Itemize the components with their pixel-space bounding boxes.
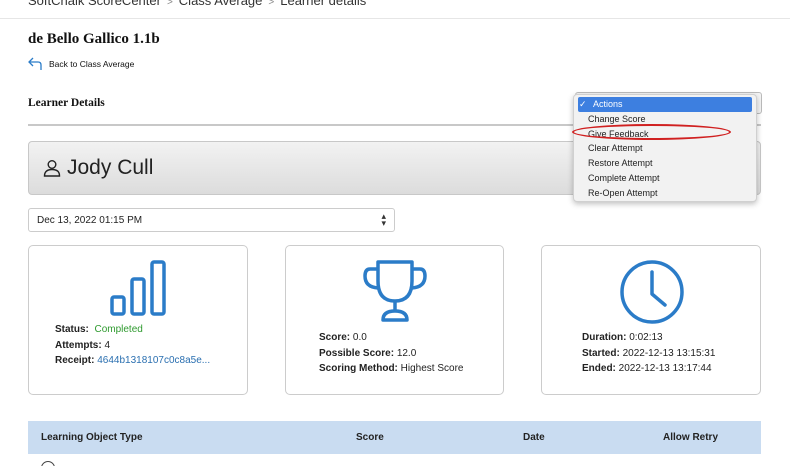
time-card: Duration: 0:02:13 Started: 2022-12-13 13… xyxy=(541,245,761,395)
column-header-date[interactable]: Date xyxy=(523,432,545,443)
score-card: Score: 0.0 Possible Score: 12.0 Scoring … xyxy=(285,245,504,395)
breadcrumb-separator: > xyxy=(166,0,173,8)
score-row: Score: 0.0 xyxy=(319,332,367,343)
breadcrumb: SoftChalk ScoreCenter > Class Average > Lear… xyxy=(28,0,366,8)
column-header-allow-retry[interactable]: Allow Retry xyxy=(663,432,718,443)
breadcrumb-item-class-average[interactable]: Class Average xyxy=(179,0,263,8)
breadcrumb-item-scorecenter[interactable]: SoftChalk ScoreCenter xyxy=(28,0,161,8)
bar-chart-icon xyxy=(110,260,166,316)
duration-value: 0:02:13 xyxy=(629,332,663,343)
course-title: de Bello Gallico 1.1b xyxy=(28,31,160,47)
status-row: Status: Completed xyxy=(55,324,143,335)
possible-score-row: Possible Score: 12.0 xyxy=(319,347,417,359)
possible-score-value: 12.0 xyxy=(396,347,417,359)
row-type-icon xyxy=(41,461,55,466)
actions-dropdown-menu: ✓ Actions Change Score Give Feedback Cle… xyxy=(573,94,757,202)
back-link-label: Back to Class Average xyxy=(49,59,135,69)
select-arrows-icon: ▴ ▾ xyxy=(381,211,386,228)
status-card: Status: Completed Attempts: 4 Receipt: 4… xyxy=(28,245,248,395)
breadcrumb-separator: > xyxy=(268,0,275,8)
attempt-date-select[interactable]: Dec 13, 2022 01:15 PM ▴ ▾ xyxy=(28,208,395,232)
checkmark-icon: ✓ xyxy=(579,99,587,109)
table-row xyxy=(28,454,761,466)
attempt-date-value: Dec 13, 2022 01:15 PM xyxy=(37,214,143,226)
ended-value: 2022-12-13 13:17:44 xyxy=(618,363,712,374)
back-to-class-average-link[interactable]: Back to Class Average xyxy=(28,57,134,71)
score-value: 0.0 xyxy=(352,332,367,343)
person-icon xyxy=(43,160,61,177)
action-option-actions[interactable]: ✓ Actions xyxy=(578,97,752,112)
receipt-link[interactable]: 4644b1318107c0c8a5e... xyxy=(97,355,210,366)
receipt-row: Receipt: 4644b1318107c0c8a5e... xyxy=(55,355,211,366)
scoring-method-row: Scoring Method: Highest Score xyxy=(319,363,464,374)
scoring-method-value: Highest Score xyxy=(400,363,464,374)
breadcrumb-item-learner-details: Learner details xyxy=(280,0,367,8)
duration-row: Duration: 0:02:13 xyxy=(582,332,663,343)
learner-name: Jody Cull xyxy=(67,156,154,179)
action-option-complete-attempt[interactable]: Complete Attempt xyxy=(574,171,756,186)
column-header-score[interactable]: Score xyxy=(356,432,384,443)
action-option-reopen-attempt[interactable]: Re-Open Attempt xyxy=(574,186,756,201)
back-arrow-icon xyxy=(28,57,42,70)
action-option-restore-attempt[interactable]: Restore Attempt xyxy=(574,156,756,171)
started-value: 2022-12-13 13:15:31 xyxy=(622,347,716,359)
header-divider xyxy=(0,18,790,19)
ended-row: Ended: 2022-12-13 13:17:44 xyxy=(582,363,712,374)
attempts-value: 4 xyxy=(104,339,111,351)
column-header-learning-object-type[interactable]: Learning Object Type xyxy=(41,432,143,443)
action-option-change-score[interactable]: Change Score xyxy=(574,112,756,127)
trophy-icon xyxy=(363,260,427,322)
section-title: Learner Details xyxy=(28,97,105,109)
attempts-row: Attempts: 4 xyxy=(55,339,111,351)
started-row: Started: 2022-12-13 13:15:31 xyxy=(582,347,716,359)
attempt-table-header: Learning Object Type Score Date Allow Re… xyxy=(28,421,761,454)
clock-icon xyxy=(620,260,684,324)
action-option-clear-attempt[interactable]: Clear Attempt xyxy=(574,141,756,156)
status-value: Completed xyxy=(94,324,143,335)
action-option-give-feedback[interactable]: Give Feedback xyxy=(574,127,756,142)
